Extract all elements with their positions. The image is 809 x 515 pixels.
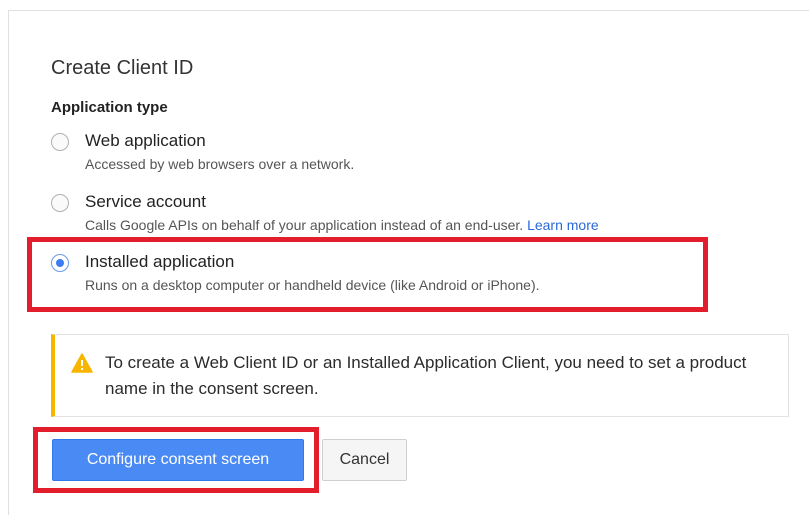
service-account-label: Service account bbox=[85, 192, 206, 211]
configure-consent-screen-button[interactable]: Configure consent screen bbox=[52, 439, 304, 481]
installed-application-radio[interactable] bbox=[51, 254, 69, 272]
consent-screen-notice: To create a Web Client ID or an Installe… bbox=[51, 334, 789, 417]
cancel-button[interactable]: Cancel bbox=[322, 439, 407, 481]
service-account-radio[interactable] bbox=[51, 194, 69, 212]
web-application-description: Accessed by web browsers over a network. bbox=[85, 156, 355, 172]
learn-more-link[interactable]: Learn more bbox=[527, 217, 599, 233]
web-application-radio[interactable] bbox=[51, 133, 69, 151]
warning-icon bbox=[71, 353, 93, 373]
web-application-label: Web application bbox=[85, 131, 206, 150]
service-account-description: Calls Google APIs on behalf of your appl… bbox=[85, 217, 524, 233]
service-account-description-line: Calls Google APIs on behalf of your appl… bbox=[85, 217, 599, 233]
dialog-title: Create Client ID bbox=[51, 57, 194, 79]
installed-application-description: Runs on a desktop computer or handheld d… bbox=[85, 277, 540, 293]
installed-application-label: Installed application bbox=[85, 252, 235, 271]
application-type-label: Application type bbox=[51, 99, 168, 116]
notice-text: To create a Web Client ID or an Installe… bbox=[105, 353, 747, 398]
